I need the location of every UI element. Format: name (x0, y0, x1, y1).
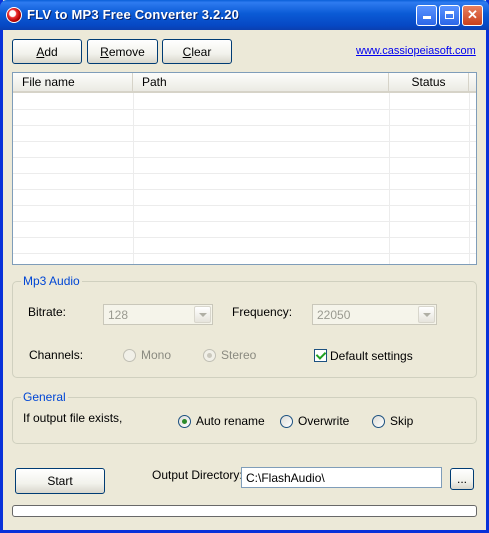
auto-rename-label[interactable]: Auto rename (196, 414, 265, 428)
minimize-icon (422, 16, 431, 19)
website-link[interactable]: www.cassiopeiasoft.com (356, 45, 476, 57)
conversion-progress-bar (12, 505, 477, 517)
remove-button[interactable]: Remove (87, 39, 158, 64)
frequency-dropdown-icon[interactable] (418, 306, 435, 323)
overwrite-radio[interactable] (280, 415, 293, 428)
maximize-button[interactable] (439, 5, 460, 26)
browse-button[interactable]: ... (450, 468, 474, 490)
maximize-icon (445, 11, 454, 19)
grid-line (13, 141, 476, 142)
grid-line (13, 109, 476, 110)
bitrate-select[interactable]: 128 (103, 304, 213, 325)
frequency-select[interactable]: 22050 (312, 304, 437, 325)
skip-radio[interactable] (372, 415, 385, 428)
bitrate-value: 128 (108, 308, 129, 322)
grid-line (13, 125, 476, 126)
mp3-audio-group: Mp3 Audio Bitrate: 128 Frequency: 22050 … (12, 274, 477, 378)
file-list-header: File name Path Status (13, 73, 476, 93)
grid-line (13, 253, 476, 254)
frequency-value: 22050 (317, 308, 351, 322)
mono-label: Mono (141, 348, 172, 362)
channels-label: Channels: (29, 348, 84, 362)
mono-radio[interactable] (123, 349, 136, 362)
bitrate-label: Bitrate: (28, 305, 67, 319)
grid-column-line (389, 93, 390, 264)
remove-label-rest: emove (108, 44, 145, 59)
grid-column-line (469, 93, 470, 264)
grid-line (13, 173, 476, 174)
remove-mnemonic: R (100, 44, 109, 59)
grid-line (13, 205, 476, 206)
output-directory-label: Output Directory: (152, 468, 243, 482)
close-icon: ✕ (467, 7, 478, 22)
add-label-rest: dd (44, 44, 58, 59)
grid-line (13, 221, 476, 222)
add-button[interactable]: Add (12, 39, 82, 64)
close-button[interactable]: ✕ (462, 5, 483, 26)
app-window: FLV to MP3 Free Converter 3.2.20 ✕ Add R… (0, 0, 489, 533)
grid-line (13, 157, 476, 158)
window-title: FLV to MP3 Free Converter 3.2.20 (27, 7, 240, 22)
app-icon[interactable] (6, 7, 22, 23)
minimize-button[interactable] (416, 5, 437, 26)
overwrite-label[interactable]: Overwrite (298, 414, 349, 428)
clear-button[interactable]: Clear (162, 39, 232, 64)
stereo-radio[interactable] (203, 349, 216, 362)
file-list[interactable]: File name Path Status (12, 72, 477, 265)
start-button[interactable]: Start (15, 468, 105, 494)
grid-line (13, 189, 476, 190)
title-bar[interactable]: FLV to MP3 Free Converter 3.2.20 ✕ (0, 0, 489, 30)
clear-label-rest: lear (191, 44, 212, 59)
grid-line (13, 237, 476, 238)
general-legend: General (21, 390, 68, 404)
frequency-label: Frequency: (232, 305, 293, 319)
general-group: General If output file exists, Auto rena… (12, 390, 477, 444)
stereo-label: Stereo (221, 348, 257, 362)
bitrate-dropdown-icon[interactable] (194, 306, 211, 323)
output-directory-input[interactable] (241, 467, 442, 488)
column-header-file-name[interactable]: File name (13, 73, 133, 91)
default-settings-checkbox[interactable] (314, 349, 327, 362)
mp3-audio-legend: Mp3 Audio (21, 274, 82, 288)
output-exists-label: If output file exists, (23, 411, 123, 425)
grid-column-line (133, 93, 134, 264)
default-settings-label[interactable]: Default settings (330, 349, 413, 363)
column-header-status[interactable]: Status (389, 73, 469, 91)
auto-rename-radio[interactable] (178, 415, 191, 428)
skip-label[interactable]: Skip (390, 414, 413, 428)
column-header-path[interactable]: Path (133, 73, 389, 91)
